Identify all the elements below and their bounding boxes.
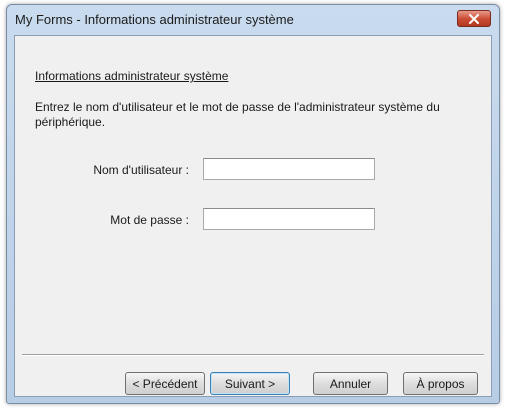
title-bar[interactable]: My Forms - Informations administrateur s… bbox=[7, 5, 499, 35]
close-button[interactable] bbox=[457, 10, 491, 27]
button-separator bbox=[22, 354, 484, 356]
back-button-label: < Précédent bbox=[132, 376, 198, 391]
username-input[interactable] bbox=[203, 158, 375, 180]
back-button[interactable]: < Précédent bbox=[125, 372, 205, 395]
wizard-window: My Forms - Informations administrateur s… bbox=[6, 4, 500, 404]
about-button[interactable]: À propos bbox=[403, 372, 478, 395]
password-input[interactable] bbox=[203, 208, 375, 230]
section-heading: Informations administrateur système bbox=[35, 69, 229, 83]
about-button-label: À propos bbox=[416, 376, 465, 391]
window-title: My Forms - Informations administrateur s… bbox=[15, 12, 294, 27]
password-label: Mot de passe : bbox=[110, 213, 189, 227]
username-label: Nom d'utilisateur : bbox=[93, 163, 189, 177]
next-button[interactable]: Suivant > bbox=[210, 372, 290, 395]
cancel-button[interactable]: Annuler bbox=[313, 372, 388, 395]
dialog-client-area: Informations administrateur système Entr… bbox=[14, 35, 492, 397]
instruction-text: Entrez le nom d'utilisateur et le mot de… bbox=[35, 100, 440, 129]
cancel-button-label: Annuler bbox=[329, 376, 372, 391]
close-icon bbox=[469, 13, 479, 24]
next-button-label: Suivant > bbox=[224, 376, 276, 391]
